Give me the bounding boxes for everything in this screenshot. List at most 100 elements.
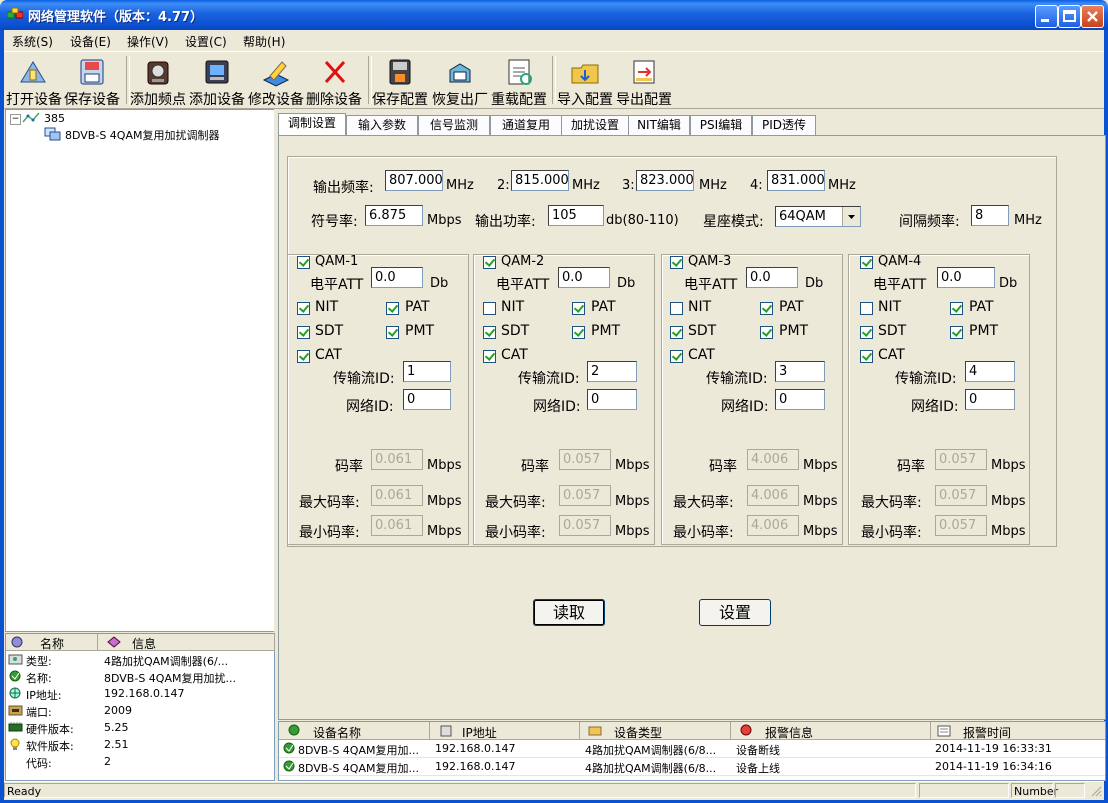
toolbar: 打开设备 保存设备 添加频点 添加设备 修改设备 删除设备 保存配置 恢复出厂 … xyxy=(4,51,1104,109)
qam4-cat-checkbox[interactable] xyxy=(860,350,873,363)
alarm-header-message[interactable]: 报警信息 xyxy=(731,722,931,740)
tab-scrambling[interactable]: 加扰设置 xyxy=(561,115,629,135)
tab-nit-edit[interactable]: NIT编辑 xyxy=(628,115,690,135)
qam4-enable-checkbox[interactable] xyxy=(860,256,873,269)
open-device-button[interactable]: 打开设备 xyxy=(6,56,62,108)
close-button[interactable] xyxy=(1081,5,1104,28)
qam3-cat-checkbox[interactable] xyxy=(670,350,683,363)
menu-system[interactable]: 系统(S) xyxy=(12,33,53,50)
qam1-max-rate-field: 0.061 xyxy=(371,485,423,506)
save-config-button[interactable]: 保存配置 xyxy=(372,56,428,108)
qam3-netid-input[interactable]: 0 xyxy=(775,389,825,410)
alarm-row[interactable]: 8DVB-S 4QAM复用加... 192.168.0.147 4路加扰QAM调… xyxy=(279,740,1105,758)
tab-input-params[interactable]: 输入参数 xyxy=(346,115,418,135)
add-device-button[interactable]: 添加设备 xyxy=(189,56,245,108)
read-button[interactable]: 读取 xyxy=(533,599,605,626)
edit-device-button[interactable]: 修改设备 xyxy=(248,56,304,108)
alarm-row[interactable]: 8DVB-S 4QAM复用加... 192.168.0.147 4路加扰QAM调… xyxy=(279,758,1105,776)
qam4-pat-checkbox[interactable] xyxy=(950,302,963,315)
qam1-netid-input[interactable]: 0 xyxy=(403,389,451,410)
info-header-name[interactable]: 名称 xyxy=(6,634,98,651)
chevron-down-icon[interactable] xyxy=(842,207,860,226)
qam2-netid-input[interactable]: 0 xyxy=(587,389,637,410)
maximize-button[interactable] xyxy=(1058,5,1081,28)
tab-psi-edit[interactable]: PSI编辑 xyxy=(690,115,752,135)
freq1-input[interactable]: 807.000 xyxy=(385,170,443,191)
reload-config-button[interactable]: 重载配置 xyxy=(491,56,547,108)
freq3-input[interactable]: 823.000 xyxy=(636,170,694,191)
info-row-software: 软件版本: 2.51 xyxy=(6,736,274,753)
qam1-att-input[interactable]: 0.0 xyxy=(371,267,423,288)
menu-device[interactable]: 设备(E) xyxy=(70,33,111,50)
qam4-tsid-input[interactable]: 4 xyxy=(965,361,1015,382)
qam4-nit-checkbox[interactable] xyxy=(860,302,873,315)
menu-settings[interactable]: 设置(C) xyxy=(185,33,227,50)
qam3-enable-checkbox[interactable] xyxy=(670,256,683,269)
qam1-pmt-checkbox[interactable] xyxy=(386,326,399,339)
symbol-rate-input[interactable]: 6.875 xyxy=(365,205,423,226)
qam3-sdt-checkbox[interactable] xyxy=(670,326,683,339)
qam4-title: QAM-4 xyxy=(878,254,922,269)
menu-help[interactable]: 帮助(H) xyxy=(243,33,285,50)
save-device-button[interactable]: 保存设备 xyxy=(64,56,120,108)
tree-device-label[interactable]: 8DVB-S 4QAM复用加扰调制器 xyxy=(65,127,219,143)
title-bar[interactable]: 网络管理软件（版本：4.77） xyxy=(0,0,1108,30)
qam3-att-input[interactable]: 0.0 xyxy=(746,267,798,288)
qam2-cat-checkbox[interactable] xyxy=(483,350,496,363)
resize-grip-icon[interactable] xyxy=(1090,785,1102,797)
delete-device-button[interactable]: 删除设备 xyxy=(306,56,364,108)
qam1-tsid-input[interactable]: 1 xyxy=(403,361,451,382)
qam2-pmt-checkbox[interactable] xyxy=(572,326,585,339)
qam2-sdt-checkbox[interactable] xyxy=(483,326,496,339)
set-button[interactable]: 设置 xyxy=(699,599,771,626)
qam4-sdt-checkbox[interactable] xyxy=(860,326,873,339)
qam3-nit-checkbox[interactable] xyxy=(670,302,683,315)
status-pane xyxy=(1055,783,1085,798)
minimize-button[interactable] xyxy=(1035,5,1058,28)
qam3-pat-checkbox[interactable] xyxy=(760,302,773,315)
qam3-tsid-input[interactable]: 3 xyxy=(775,361,825,382)
qam4-netid-input[interactable]: 0 xyxy=(965,389,1015,410)
alarm-header-ip[interactable]: IP地址 xyxy=(430,722,580,740)
tab-channel-mux[interactable]: 通道复用 xyxy=(490,115,562,135)
maximize-icon xyxy=(1063,10,1076,22)
qam4-att-input[interactable]: 0.0 xyxy=(937,267,995,288)
alarm-header-time[interactable]: 报警时间 xyxy=(931,722,1105,740)
info-row-code: 代码: 2 xyxy=(26,755,111,770)
tab-pid-passthrough[interactable]: PID透传 xyxy=(752,115,816,135)
qam1-pat-checkbox[interactable] xyxy=(386,302,399,315)
freq4-input[interactable]: 831.000 xyxy=(767,170,825,191)
add-frequency-button[interactable]: 添加频点 xyxy=(130,56,186,108)
factory-reset-button[interactable]: 恢复出厂 xyxy=(432,56,488,108)
qam3-pmt-checkbox[interactable] xyxy=(760,326,773,339)
menu-operate[interactable]: 操作(V) xyxy=(127,33,169,50)
tree-collapse-toggle[interactable]: − xyxy=(10,114,21,125)
alarm-header-device-name[interactable]: 设备名称 xyxy=(279,722,430,740)
alarm-header-type[interactable]: 设备类型 xyxy=(580,722,731,740)
import-config-button[interactable]: 导入配置 xyxy=(557,56,613,108)
qam1-rate-field: 0.061 xyxy=(371,449,423,470)
tree-root-label[interactable]: 385 xyxy=(44,112,65,125)
qam2-tsid-input[interactable]: 2 xyxy=(587,361,637,382)
qam2-nit-checkbox[interactable] xyxy=(483,302,496,315)
qam1-nit-checkbox[interactable] xyxy=(297,302,310,315)
qam2-att-input[interactable]: 0.0 xyxy=(558,267,610,288)
export-config-button[interactable]: 导出配置 xyxy=(616,56,672,108)
spacing-freq-input[interactable]: 8 xyxy=(971,205,1009,226)
freq2-input[interactable]: 815.000 xyxy=(511,170,569,191)
qam1-enable-checkbox[interactable] xyxy=(297,256,310,269)
info-row-port: 端口: 2009 xyxy=(6,702,274,719)
info-header-info[interactable]: 信息 xyxy=(98,634,275,651)
tab-modulation[interactable]: 调制设置 xyxy=(278,113,346,136)
qam1-sdt-checkbox[interactable] xyxy=(297,326,310,339)
qam2-enable-checkbox[interactable] xyxy=(483,256,496,269)
tab-signal-monitor[interactable]: 信号监测 xyxy=(418,115,490,135)
qam1-cat-checkbox[interactable] xyxy=(297,350,310,363)
constellation-select[interactable]: 64QAM xyxy=(775,206,861,227)
freq4-prefix: 4: xyxy=(750,178,763,193)
qam4-rate-field: 0.057 xyxy=(935,449,987,470)
device-name-header-icon xyxy=(288,724,300,736)
qam2-pat-checkbox[interactable] xyxy=(572,302,585,315)
qam4-pmt-checkbox[interactable] xyxy=(950,326,963,339)
output-power-input[interactable]: 105 xyxy=(548,205,604,226)
